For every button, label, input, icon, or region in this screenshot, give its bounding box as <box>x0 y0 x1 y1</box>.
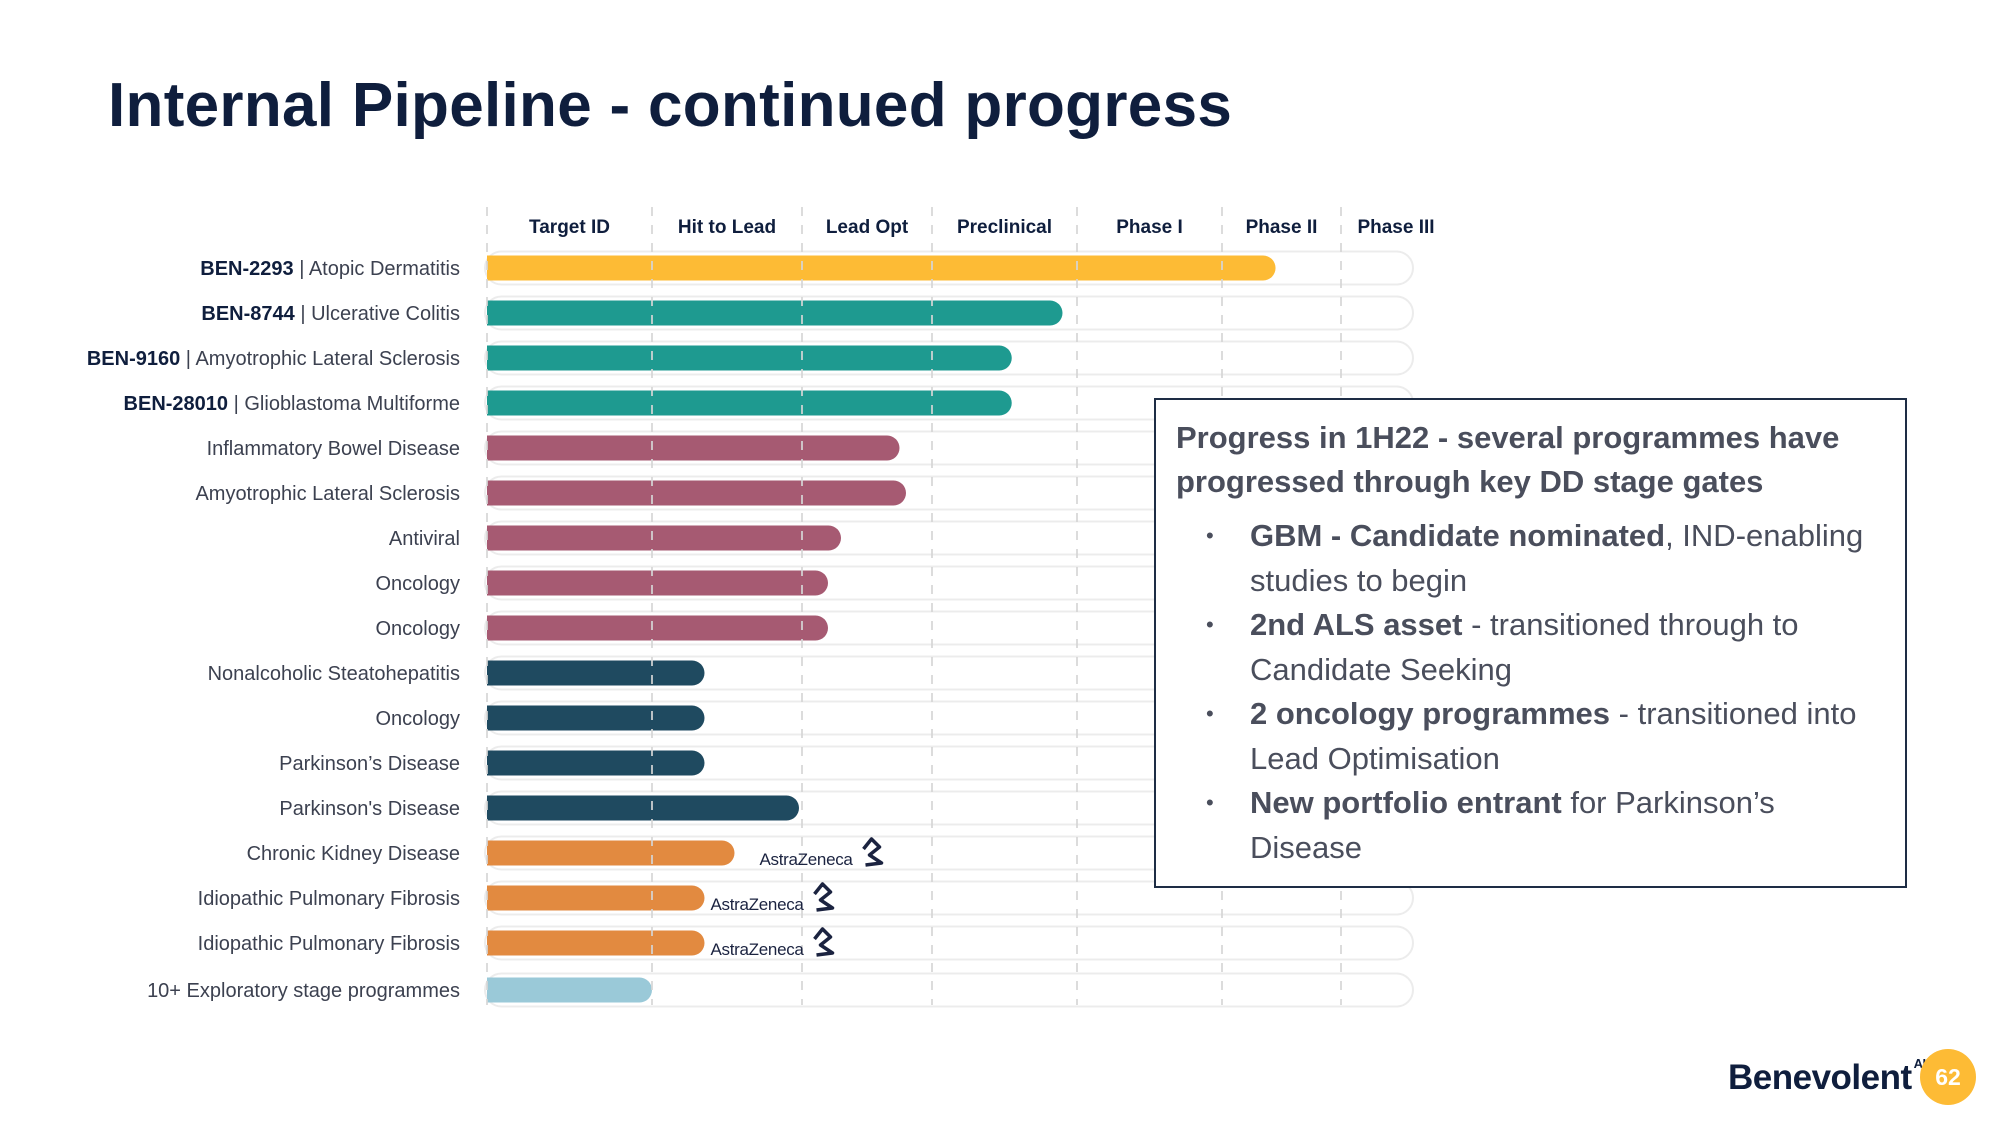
bar-programme <box>487 525 841 551</box>
compound-code: BEN-8744 <box>201 303 295 325</box>
indication: | Glioblastoma Multiforme <box>228 393 460 415</box>
bar-programme <box>487 930 705 956</box>
row-label: Oncology <box>376 573 461 595</box>
indication: | Atopic Dermatitis <box>294 258 460 280</box>
bar-ben-28010 <box>487 390 1012 416</box>
stage-header-label: Hit to Lead <box>678 217 776 238</box>
progress-callout-box: Progress in 1H22 - several programmes ha… <box>1154 398 1907 888</box>
bar-programme <box>487 570 828 596</box>
partner-name: AstraZeneca <box>711 895 805 914</box>
compound-code: BEN-9160 <box>87 348 180 370</box>
stage-header-label: Target ID <box>529 217 610 238</box>
compound-code: BEN-28010 <box>124 393 229 415</box>
bullet-icon: • <box>1206 701 1214 726</box>
row-label: BEN-2293 | Atopic Dermatitis <box>200 258 460 280</box>
row-label: BEN-28010 | Glioblastoma Multiforme <box>124 393 460 415</box>
compound-code: BEN-2293 <box>200 258 293 280</box>
bar-ben-2293 <box>487 255 1276 281</box>
row-label: Idiopathic Pulmonary Fibrosis <box>198 888 460 910</box>
row-label: BEN-9160 | Amyotrophic Lateral Sclerosis <box>87 348 460 370</box>
bar-programme <box>487 977 652 1003</box>
row-label: Chronic Kidney Disease <box>247 843 460 865</box>
row-label: Oncology <box>376 618 461 640</box>
indication: | Ulcerative Colitis <box>295 303 460 325</box>
stage-header-label: Phase III <box>1357 217 1434 238</box>
bar-programme <box>487 435 900 461</box>
stage-header-label: Lead Opt <box>826 217 909 238</box>
benevolent-logo: Benevolent AI <box>1728 1056 1926 1098</box>
bar-programme <box>487 795 799 821</box>
bullet-bold-text: 2nd ALS asset <box>1250 607 1463 642</box>
row-label: BEN-8744 | Ulcerative Colitis <box>201 303 460 325</box>
callout-bullet: • 2 oncology programmes - transitioned i… <box>1176 692 1885 781</box>
stage-header-label: Preclinical <box>957 217 1052 238</box>
row-label: Antiviral <box>389 528 460 550</box>
bar-ben-9160 <box>487 345 1012 371</box>
row-label: Nonalcoholic Steatohepatitis <box>208 663 460 685</box>
stage-header-label: Phase I <box>1116 217 1183 238</box>
partner-name: AstraZeneca <box>760 850 854 869</box>
bullet-icon: • <box>1206 612 1214 637</box>
callout-bullet: • New portfolio entrant for Parkinson’s … <box>1176 781 1885 870</box>
bar-programme <box>487 705 705 731</box>
bar-programme <box>487 480 906 506</box>
bar-programme <box>487 660 705 686</box>
bullet-icon: • <box>1206 790 1214 815</box>
callout-heading: Progress in 1H22 - several programmes ha… <box>1176 420 1840 499</box>
partner-name: AstraZeneca <box>711 940 805 959</box>
bar-programme <box>487 840 735 866</box>
bullet-icon: • <box>1206 523 1214 548</box>
row-label: Amyotrophic Lateral Sclerosis <box>195 483 460 505</box>
callout-bullet: • 2nd ALS asset - transitioned through t… <box>1176 603 1885 692</box>
row-label: Parkinson’s Disease <box>279 753 460 775</box>
bar-programme <box>487 885 705 911</box>
page-number-badge: 62 <box>1920 1049 1976 1105</box>
bullet-bold-text: 2 oncology programmes <box>1250 696 1611 731</box>
indication: | Amyotrophic Lateral Sclerosis <box>180 348 460 370</box>
callout-bullet: • GBM - Candidate nominated, IND-enablin… <box>1176 514 1885 603</box>
row-label: 10+ Exploratory stage programmes <box>147 980 460 1002</box>
row-label: Inflammatory Bowel Disease <box>207 438 460 460</box>
bullet-bold-text: New portfolio entrant <box>1250 785 1562 820</box>
bar-programme <box>487 750 705 776</box>
logo-wordmark: Benevolent <box>1728 1058 1912 1097</box>
bar-programme <box>487 615 828 641</box>
row-label: Parkinson's Disease <box>279 798 460 820</box>
stage-header-label: Phase II <box>1246 217 1318 238</box>
row-label: Oncology <box>376 708 461 730</box>
bar-ben-8744 <box>487 300 1063 326</box>
row-label: Idiopathic Pulmonary Fibrosis <box>198 933 460 955</box>
bullet-bold-text: GBM - Candidate nominated <box>1250 518 1666 553</box>
callout-bullet-list: • GBM - Candidate nominated, IND-enablin… <box>1176 514 1885 870</box>
